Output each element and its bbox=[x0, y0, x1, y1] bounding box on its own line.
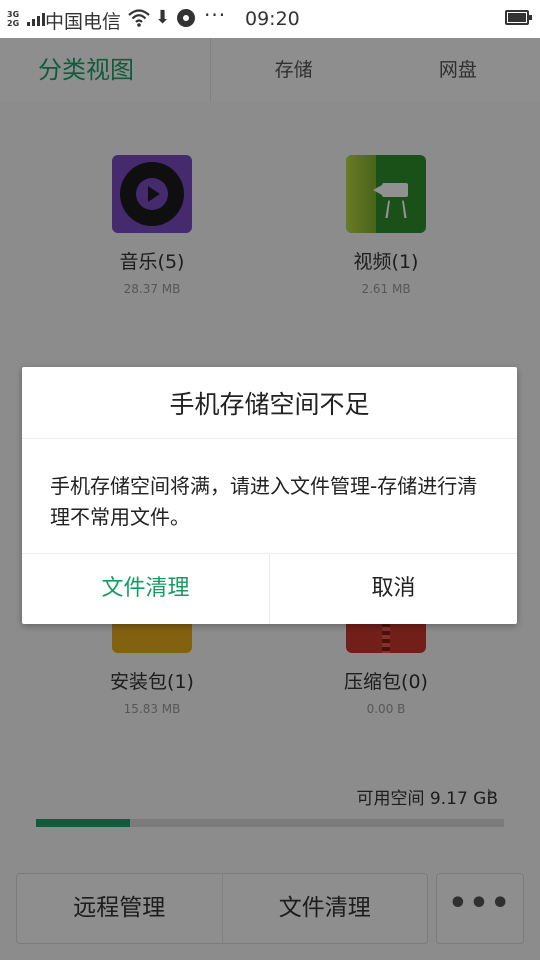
carrier-name: 中国电信 bbox=[45, 11, 122, 33]
music-disc-icon bbox=[177, 9, 195, 27]
dialog-message: 手机存储空间将满，请进入文件管理-存储进行清理不常用文件。 bbox=[22, 439, 517, 554]
dialog-actions: 文件清理 取消 bbox=[22, 554, 517, 624]
status-bar: 3G 2G 中国电信 ⬇ ··· 09:20 bbox=[0, 0, 540, 38]
network-type-indicator: 3G 2G bbox=[7, 10, 20, 28]
storage-full-dialog: 手机存储空间不足 手机存储空间将满，请进入文件管理-存储进行清理不常用文件。 文… bbox=[22, 367, 517, 624]
dialog-title: 手机存储空间不足 bbox=[22, 367, 517, 439]
signal-icon bbox=[27, 12, 45, 26]
dialog-file-clean-button[interactable]: 文件清理 bbox=[22, 554, 270, 624]
wifi-icon bbox=[128, 8, 150, 33]
download-icon: ⬇ bbox=[155, 7, 171, 28]
dialog-cancel-button[interactable]: 取消 bbox=[270, 554, 517, 624]
more-notifications-icon: ··· bbox=[204, 3, 227, 27]
clock: 09:20 bbox=[245, 8, 300, 30]
battery-icon bbox=[505, 10, 532, 25]
